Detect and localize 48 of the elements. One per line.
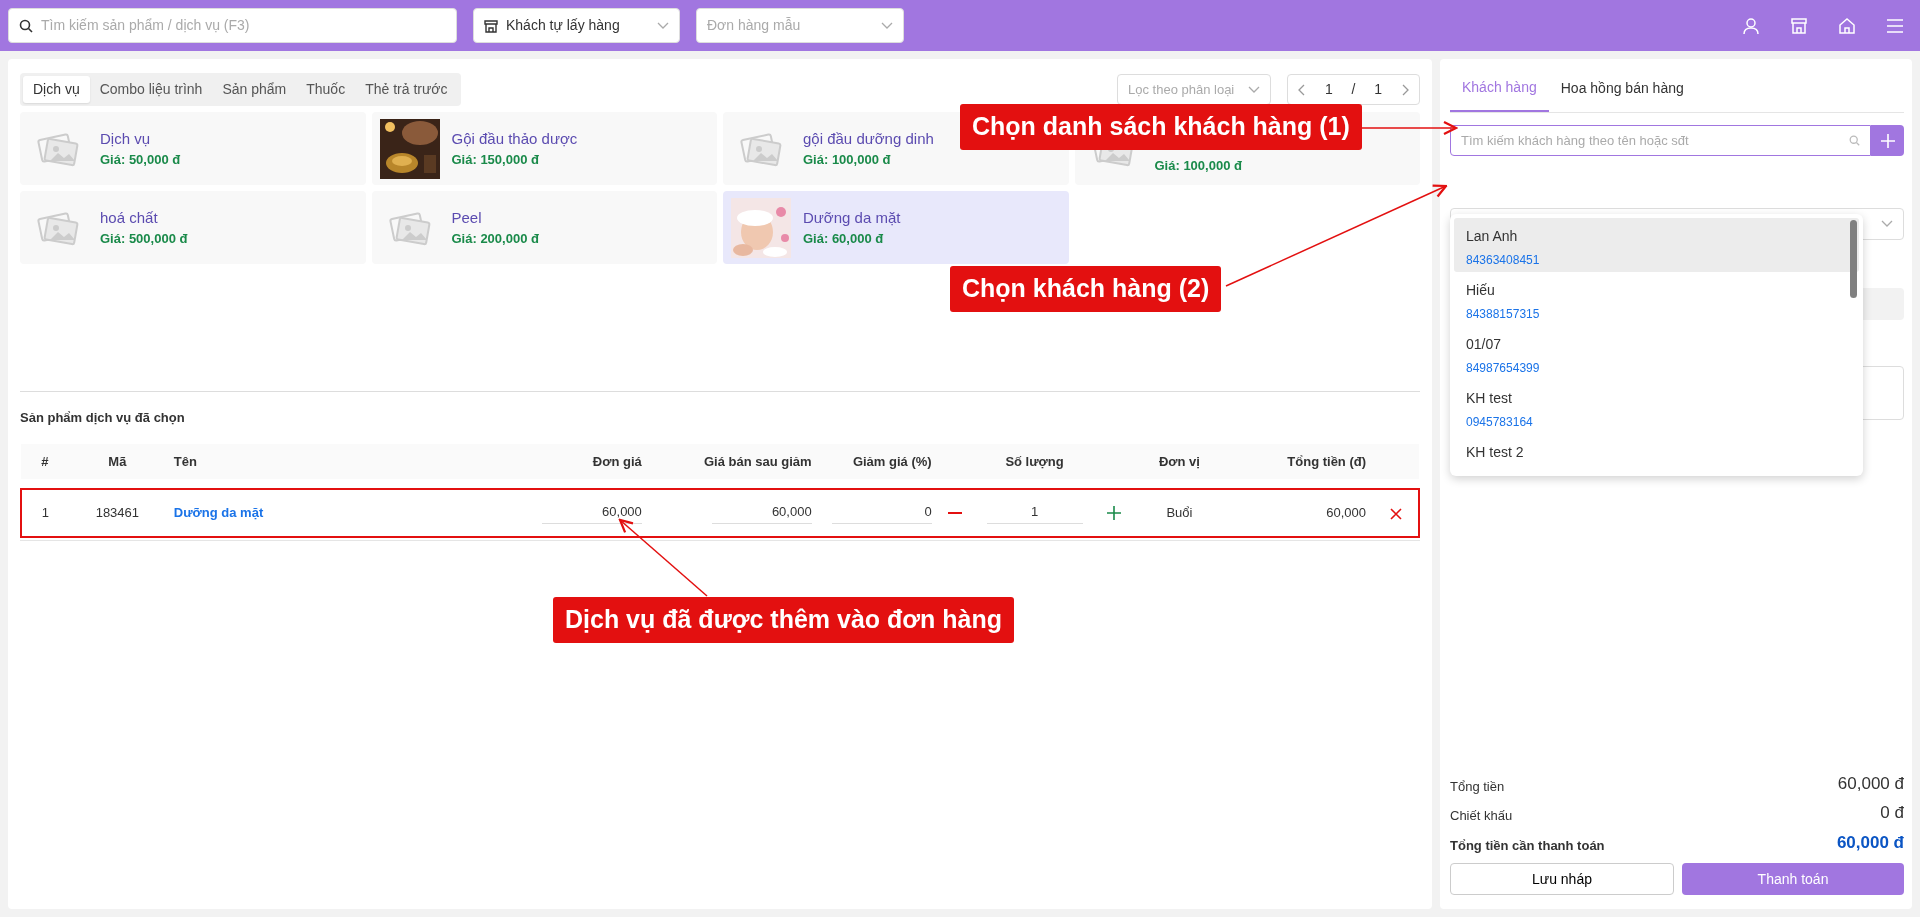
annotation-tooltip: Chọn danh sách khách hàng (1) <box>960 104 1362 150</box>
column-header: Tổng tiền (đ) <box>1287 453 1366 469</box>
product-name: Peel <box>451 207 483 228</box>
customer-name: Hiếu <box>1466 281 1496 300</box>
summary-label: Tổng tiền cần thanh toán <box>1450 836 1605 855</box>
column-header: Giá bán sau giảm <box>704 453 812 469</box>
customer-phone: 0945783164 <box>1466 414 1534 431</box>
customer-name: 01/07 <box>1466 335 1503 354</box>
customer-name: KH test 2 <box>1466 443 1525 462</box>
column-header: Mã <box>108 453 127 469</box>
product-price: Giá: 200,000 đ <box>451 230 539 248</box>
column-header: Giảm giá (%) <box>852 453 932 469</box>
customer-phone: 84987654399 <box>1466 360 1541 377</box>
product-price: Giá: 60,000 đ <box>803 230 885 248</box>
page-total: 1 <box>1374 80 1383 99</box>
customer-name: Lan Anh <box>1466 227 1519 246</box>
row-total: 60,000 <box>1326 505 1366 521</box>
product-price: Giá: 500,000 đ <box>100 230 188 248</box>
summary-value: 60,000 đ <box>1837 772 1904 795</box>
section-title: Sản phẩm dịch vụ đã chọn <box>20 409 186 427</box>
product-name: Gội đầu thảo dược <box>451 128 578 149</box>
unit-text: Buổi <box>1166 505 1193 521</box>
column-header: Tên <box>173 453 197 469</box>
product-price: Giá: 50,000 đ <box>100 151 181 169</box>
product-price: Giá: 100,000 đ <box>803 151 892 169</box>
row-index: 1 <box>41 505 50 521</box>
page-separator: / <box>1351 80 1356 99</box>
column-header: Số lượng <box>1005 453 1064 469</box>
column-header: # <box>41 453 49 469</box>
summary-label: Tổng tiền <box>1450 777 1505 796</box>
summary-value: 60,000 đ <box>1836 831 1904 854</box>
summary-value: 0 đ <box>1880 802 1904 824</box>
customer-name: KH test <box>1466 389 1513 408</box>
page-number: 1 <box>1324 80 1333 99</box>
column-header: Đơn giá <box>592 453 642 469</box>
annotation-tooltip: Chọn khách hàng (2) <box>950 266 1222 312</box>
annotation-tooltip: Dịch vụ đã được thêm vào đơn hàng <box>553 597 1015 643</box>
product-price: Giá: 150,000 đ <box>451 151 540 169</box>
product-name: Dịch vụ <box>100 128 152 149</box>
product-name: gội đầu dưỡng dinh <box>803 128 934 149</box>
product-code: 183461 <box>95 505 140 521</box>
product-name: hoá chất <box>100 207 159 228</box>
summary-label: Chiết khấu <box>1450 807 1513 825</box>
customer-phone: 84363408451 <box>1466 252 1541 269</box>
customer-phone: 84388157315 <box>1466 306 1541 323</box>
column-header: Đơn vị <box>1158 453 1200 469</box>
product-name: Dưỡng da mặt <box>803 207 901 228</box>
product-price: Giá: 100,000 đ <box>1154 156 1242 175</box>
